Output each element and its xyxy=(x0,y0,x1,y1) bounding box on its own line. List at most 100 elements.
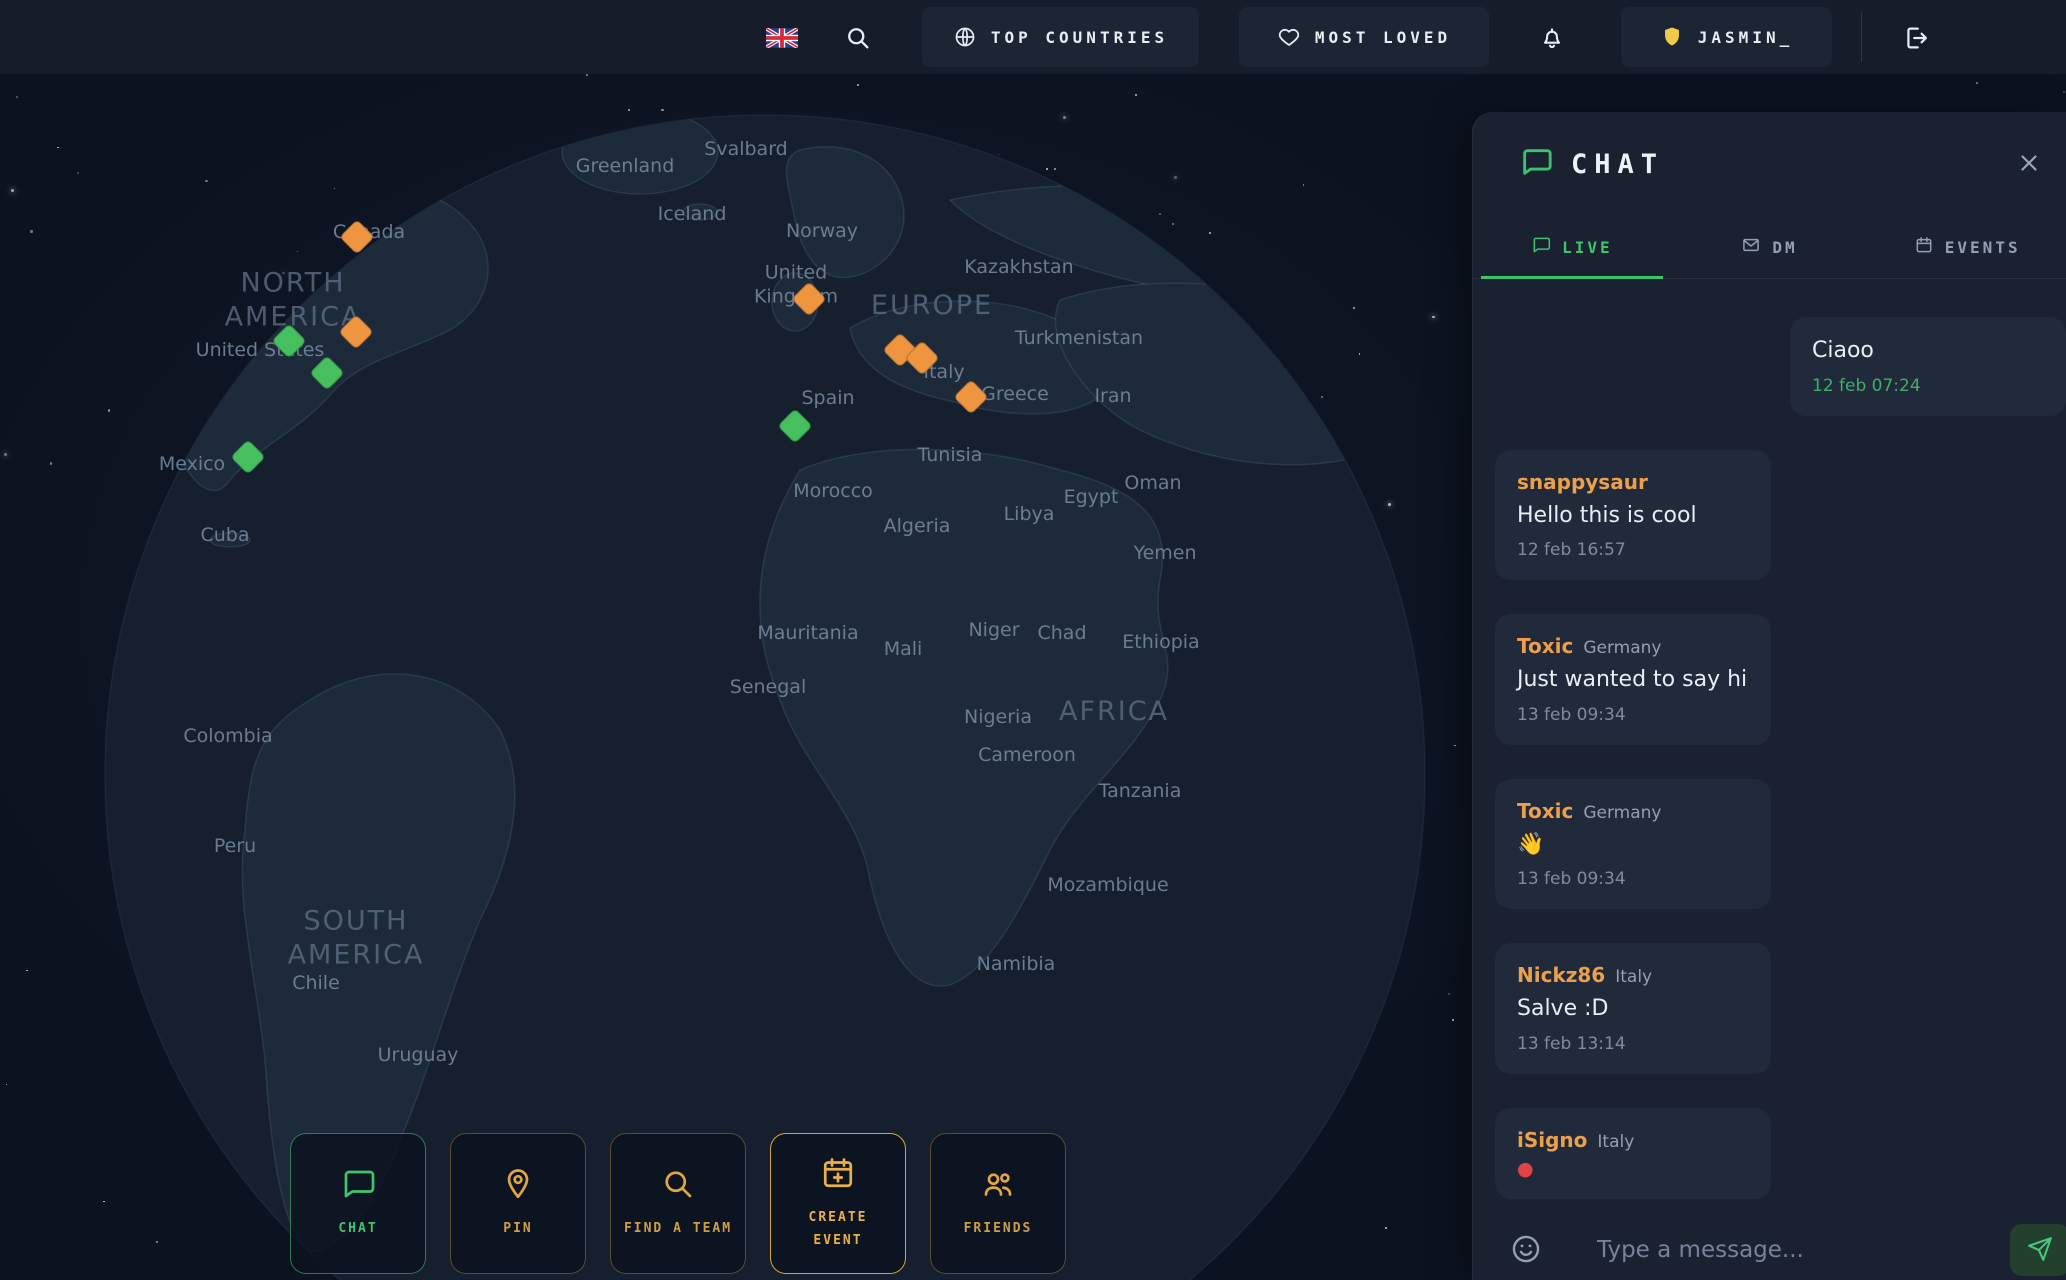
user-profile-button[interactable]: JASMIN_ xyxy=(1621,7,1832,67)
chat-input-bar xyxy=(1473,1219,2066,1280)
calendar-plus-icon xyxy=(820,1155,856,1194)
chat-message-bubble: snappysaur Hello this is cool 12 feb 16:57 xyxy=(1495,450,1771,581)
action-button-label: FRIENDS xyxy=(964,1218,1033,1240)
envelope-icon xyxy=(1741,235,1761,259)
chat-tabs: LIVE DM EVENTS xyxy=(1473,216,2066,279)
chat-message-time: 12 feb 16:57 xyxy=(1517,540,1749,560)
chat-message-country: Italy xyxy=(1597,1132,1634,1152)
search-icon xyxy=(844,24,872,52)
chat-message-country: Germany xyxy=(1583,638,1661,658)
chat-close-button[interactable] xyxy=(2010,144,2048,185)
chat-tab-label: EVENTS xyxy=(1945,238,2021,257)
friends-icon xyxy=(980,1166,1016,1205)
chat-message-username: iSigno xyxy=(1517,1128,1587,1152)
chat-message-bubble: Nickz86 Italy Salve :D 13 feb 13:14 xyxy=(1495,943,1771,1074)
chat-message-meta: iSigno Italy xyxy=(1517,1128,1749,1152)
action-button-find-a-team[interactable]: FIND A TEAM xyxy=(610,1133,746,1274)
chat-message-time: 12 feb 07:24 xyxy=(1812,376,2044,396)
map-marker-green[interactable] xyxy=(230,439,265,474)
chat-message-bubble: iSigno Italy ● xyxy=(1495,1108,1771,1199)
chat-bubble-icon xyxy=(340,1166,376,1205)
chat-message-bubble: ToxicGermanyJust wanted to say hi13 feb … xyxy=(1495,614,1771,745)
chat-message-meta: Nickz86 Italy xyxy=(1517,963,1749,987)
username-label: JASMIN_ xyxy=(1698,28,1793,47)
bell-icon xyxy=(1538,24,1566,52)
calendar-icon xyxy=(1914,235,1934,259)
chat-message-text: Ciaoo xyxy=(1812,337,2044,366)
chat-tab-events[interactable]: EVENTS xyxy=(1868,216,2066,278)
chat-message: ToxicGermanyJust wanted to say hi13 feb … xyxy=(1495,614,1955,745)
most-loved-button[interactable]: MOST LOVED xyxy=(1239,7,1489,67)
chat-message: iSigno Italy ● xyxy=(1495,1108,1955,1199)
chat-message-text: Just wanted to say hi xyxy=(1517,666,1749,695)
search-button[interactable] xyxy=(838,23,878,53)
action-button-label: CREATE EVENT xyxy=(782,1207,894,1251)
chat-message-text: Salve :D xyxy=(1517,995,1749,1024)
chat-bubble-icon xyxy=(1531,235,1551,259)
chat-message-meta: Toxic Germany xyxy=(1517,799,1749,823)
chat-message-country: Italy xyxy=(1615,967,1652,987)
chat-message-time: 13 feb 09:34 xyxy=(1517,869,1749,889)
chat-message-meta: snappysaur xyxy=(1517,470,1749,494)
logout-icon xyxy=(1902,24,1930,52)
map-marker-green[interactable] xyxy=(309,355,344,390)
close-icon xyxy=(2016,164,2042,179)
chat-message-text: ● xyxy=(1517,1160,1749,1179)
chat-tab-dm[interactable]: DM xyxy=(1671,216,1869,278)
globe-icon xyxy=(953,25,977,49)
chat-message-country: Germany xyxy=(1583,803,1661,823)
action-button-create-event[interactable]: CREATE EVENT xyxy=(770,1133,906,1274)
uk-flag-icon xyxy=(766,28,798,48)
chat-message: Nickz86 Italy Salve :D 13 feb 13:14 xyxy=(1495,943,1955,1074)
chat-message-meta: Toxic Germany xyxy=(1517,634,1749,658)
action-button-label: FIND A TEAM xyxy=(624,1218,732,1240)
action-button-friends[interactable]: FRIENDS xyxy=(930,1133,1066,1274)
action-button-label: PIN xyxy=(503,1218,532,1240)
top-countries-button[interactable]: TOP COUNTRIES xyxy=(922,7,1199,67)
action-button-chat[interactable]: CHAT xyxy=(290,1133,426,1274)
map-marker-orange[interactable] xyxy=(338,314,373,349)
chat-tab-live[interactable]: LIVE xyxy=(1473,216,1671,278)
notifications-button[interactable] xyxy=(1532,23,1572,53)
chat-message-time: 13 feb 13:14 xyxy=(1517,1034,1749,1054)
chat-message-username: snappysaur xyxy=(1517,470,1648,494)
logout-button[interactable] xyxy=(1896,23,1936,53)
map-pin-icon xyxy=(500,1166,536,1205)
chat-message-own: Ciaoo 12 feb 07:24 xyxy=(1790,317,2066,416)
chat-message: Toxic Germany 👋 13 feb 09:34 xyxy=(1495,779,1955,910)
top-countries-label: TOP COUNTRIES xyxy=(991,28,1168,47)
map-marker-orange[interactable] xyxy=(953,379,988,414)
chat-panel-title: CHAT xyxy=(1571,149,1664,180)
chat-message-text: Hello this is cool xyxy=(1517,502,1749,531)
map-action-bar: CHAT PIN FIND A TEAM CREATE EVENT FRIENDS xyxy=(290,1133,1066,1274)
chat-message-username: Nickz86 xyxy=(1517,963,1605,987)
nav-divider xyxy=(1861,12,1862,62)
action-button-label: CHAT xyxy=(338,1218,377,1240)
chat-message-username: Toxic xyxy=(1517,634,1573,658)
language-flag-button[interactable] xyxy=(760,27,804,49)
map-marker-green[interactable] xyxy=(271,323,306,358)
shield-icon xyxy=(1660,24,1684,50)
chat-bubble-icon xyxy=(1519,145,1553,183)
map-marker-orange[interactable] xyxy=(791,281,826,316)
chat-tab-label: LIVE xyxy=(1562,238,1613,257)
map-marker-green[interactable] xyxy=(777,408,812,443)
chat-message-bubble: Toxic Germany 👋 13 feb 09:34 xyxy=(1495,779,1771,910)
chat-tab-label: DM xyxy=(1772,238,1797,257)
chat-message-username: Toxic xyxy=(1517,799,1573,823)
chat-message-bubble: Ciaoo 12 feb 07:24 xyxy=(1790,317,2066,416)
map-marker-orange[interactable] xyxy=(339,219,374,254)
send-button[interactable] xyxy=(2010,1224,2066,1276)
most-loved-label: MOST LOVED xyxy=(1315,28,1451,47)
send-icon xyxy=(2027,1236,2053,1265)
chat-header: CHAT xyxy=(1473,112,2066,216)
chat-message-input[interactable] xyxy=(1573,1236,1980,1264)
action-button-pin[interactable]: PIN xyxy=(450,1133,586,1274)
heart-icon xyxy=(1277,25,1301,49)
top-nav: TOP COUNTRIES MOST LOVED xyxy=(0,0,2066,74)
emoji-button[interactable] xyxy=(1509,1232,1543,1269)
smiley-icon xyxy=(1509,1254,1543,1269)
search-icon xyxy=(660,1166,696,1205)
chat-message-text: 👋 xyxy=(1517,831,1749,860)
chat-panel: CHAT LIVE DM EVENTS Ciaoo 12 feb 07:24 snapp… xyxy=(1472,112,2066,1280)
